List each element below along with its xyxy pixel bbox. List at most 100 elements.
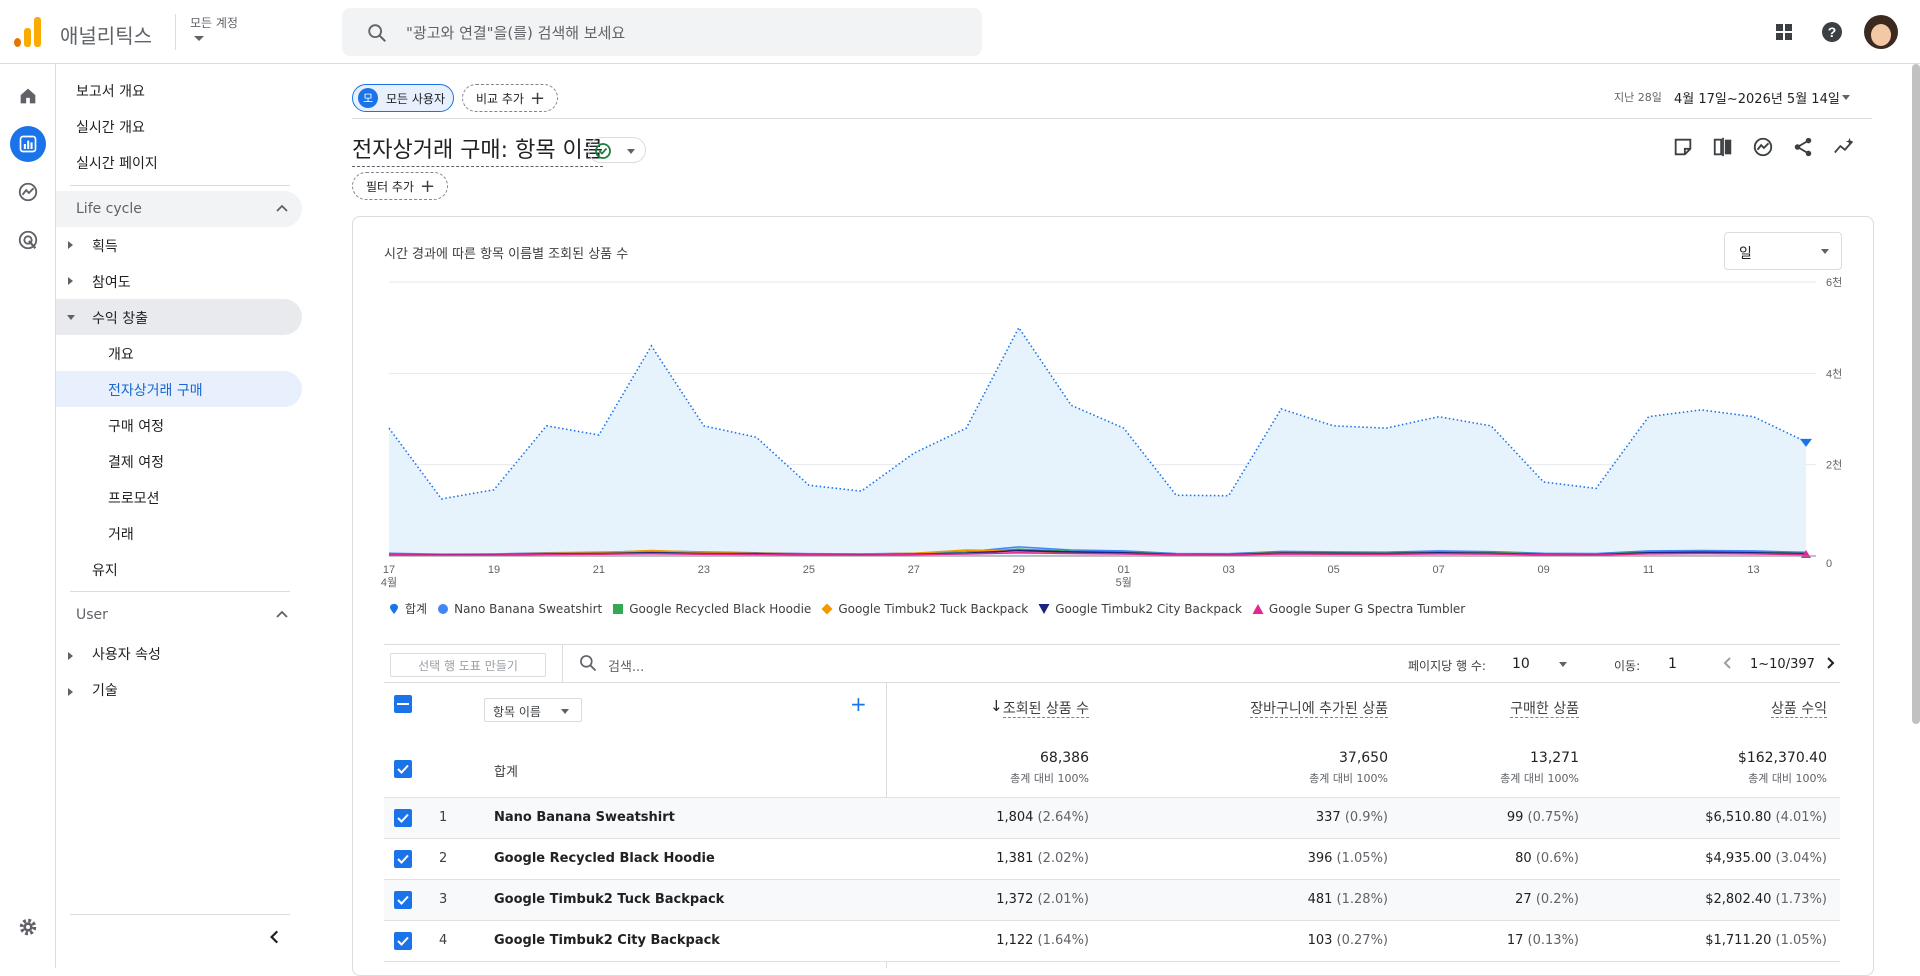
table-search-icon xyxy=(578,653,598,673)
row-item-name[interactable]: Google Timbuk2 Tuck Backpack xyxy=(494,892,724,907)
legend-drop-icon xyxy=(388,603,400,615)
legend-item[interactable]: Google Super G Spectra Tumbler xyxy=(1252,602,1465,616)
row-metric-value: 103 (0.27%) xyxy=(1308,933,1388,948)
table-search-input[interactable]: 검색... xyxy=(608,656,644,675)
divider xyxy=(70,914,290,915)
row-metric-value: $4,935.00 (3.04%) xyxy=(1705,851,1827,866)
legend-square-icon xyxy=(612,603,624,615)
x-tick-label: 07 xyxy=(1433,564,1445,576)
dimension-select[interactable]: 항목 이름 xyxy=(484,698,582,722)
goto-label: 이동: xyxy=(1614,657,1640,674)
row-metric-value: 17 (0.13%) xyxy=(1507,933,1579,948)
select-all-checkbox[interactable] xyxy=(394,695,412,713)
collapse-nav-chevron-left-icon[interactable] xyxy=(266,928,284,946)
row-checkbox[interactable] xyxy=(394,891,412,909)
total-value: 13,271총계 대비 100% xyxy=(1500,750,1579,786)
legend-item[interactable]: Google Recycled Black Hoodie xyxy=(612,602,811,616)
row-checkbox[interactable] xyxy=(394,809,412,827)
x-tick-label: 05 xyxy=(1328,564,1340,576)
col-header-add-to-cart[interactable]: 장바구니에 추가된 상품 xyxy=(1250,698,1388,718)
row-metric-value: 337 (0.9%) xyxy=(1316,810,1388,825)
x-tick-label: 17 xyxy=(383,564,395,576)
dropdown-arrow-icon xyxy=(561,709,569,714)
sort-down-arrow-icon[interactable]: ↓ xyxy=(990,697,1003,715)
x-tick-label: 19 xyxy=(488,564,500,576)
divider xyxy=(562,644,563,682)
expand-arrow-icon[interactable] xyxy=(68,652,73,660)
y-tick-label: 2천 xyxy=(1826,458,1842,472)
col-header-purchased[interactable]: 구매한 상품 xyxy=(1510,698,1579,718)
admin-gear-icon[interactable] xyxy=(10,909,46,945)
x-tick-label: 01 xyxy=(1118,564,1130,576)
legend-item[interactable]: 합계 xyxy=(388,600,427,617)
x-tick-label: 09 xyxy=(1537,564,1549,576)
chart-legend: 합계 Nano Banana Sweatshirt Google Recycled … xyxy=(388,600,1465,617)
dropdown-arrow-icon[interactable] xyxy=(1559,662,1567,667)
legend-label: Google Recycled Black Hoodie xyxy=(629,602,811,616)
row-divider xyxy=(384,961,1840,962)
x-tick-sublabel: 4월 xyxy=(381,576,397,589)
y-tick-label: 6천 xyxy=(1826,275,1842,289)
row-metric-value: 80 (0.6%) xyxy=(1515,851,1579,866)
x-tick-label: 29 xyxy=(1013,564,1025,576)
y-tick-label: 0 xyxy=(1826,558,1832,570)
divider xyxy=(384,644,1840,645)
legend-label: Google Timbuk2 City Backpack xyxy=(1055,602,1242,616)
total-value: $162,370.40총계 대비 100% xyxy=(1738,750,1827,786)
row-checkbox[interactable] xyxy=(394,850,412,868)
row-metric-value: 396 (1.05%) xyxy=(1308,851,1388,866)
col-header-revenue[interactable]: 상품 수익 xyxy=(1771,698,1827,718)
legend-label: Google Super G Spectra Tumbler xyxy=(1269,602,1465,616)
x-tick-label: 11 xyxy=(1643,564,1654,576)
total-row-checkbox[interactable] xyxy=(394,760,412,778)
row-metric-value: 1,372 (2.01%) xyxy=(996,892,1089,907)
col-header-views[interactable]: 조회된 상품 수 xyxy=(1003,698,1089,718)
page-range: 1~10/397 xyxy=(1750,657,1815,672)
row-metric-value: 481 (1.28%) xyxy=(1308,892,1388,907)
row-checkbox[interactable] xyxy=(394,932,412,950)
add-dimension-plus-icon[interactable]: + xyxy=(850,692,867,716)
dimension-label: 항목 이름 xyxy=(493,703,541,720)
prev-page-icon[interactable] xyxy=(1720,655,1736,671)
row-metric-value: 1,122 (1.64%) xyxy=(996,933,1089,948)
x-tick-sublabel: 5월 xyxy=(1116,576,1132,589)
row-metric-value: 1,804 (2.64%) xyxy=(996,810,1089,825)
row-metric-value: $1,711.20 (1.05%) xyxy=(1705,933,1827,948)
x-tick-label: 13 xyxy=(1747,564,1759,576)
expand-arrow-icon[interactable] xyxy=(68,688,73,696)
total-value: 37,650총계 대비 100% xyxy=(1309,750,1388,786)
total-label: 합계 xyxy=(494,761,518,780)
rows-per-page-select[interactable]: 10 xyxy=(1512,656,1530,672)
row-item-name[interactable]: Google Timbuk2 City Backpack xyxy=(494,933,720,948)
goto-page-input[interactable]: 1 xyxy=(1668,656,1677,672)
legend-item[interactable]: Google Timbuk2 Tuck Backpack xyxy=(821,602,1028,616)
x-tick-label: 03 xyxy=(1223,564,1235,576)
next-page-icon[interactable] xyxy=(1822,655,1838,671)
row-item-name[interactable]: Nano Banana Sweatshirt xyxy=(494,810,675,825)
row-item-name[interactable]: Google Recycled Black Hoodie xyxy=(494,851,715,866)
legend-item[interactable]: Nano Banana Sweatshirt xyxy=(437,602,602,616)
legend-label: Nano Banana Sweatshirt xyxy=(454,602,602,616)
page-scrollbar[interactable] xyxy=(1912,64,1920,724)
total-value: 68,386총계 대비 100% xyxy=(1010,750,1089,786)
row-index: 2 xyxy=(439,851,447,866)
plot-rows-button[interactable]: 선택 행 도표 만들기 xyxy=(390,653,546,677)
row-metric-value: $2,802.40 (1.73%) xyxy=(1705,892,1827,907)
row-metric-value: $6,510.80 (4.01%) xyxy=(1705,810,1827,825)
line-chart: 02천4천6천174월192123252729015월030507091113 xyxy=(0,0,1920,620)
y-tick-label: 4천 xyxy=(1826,366,1842,380)
legend-label: 합계 xyxy=(405,600,427,617)
legend-diamond-icon xyxy=(821,603,833,615)
divider xyxy=(384,682,1840,683)
legend-circle-icon xyxy=(437,603,449,615)
legend-label: Google Timbuk2 Tuck Backpack xyxy=(838,602,1028,616)
x-tick-label: 25 xyxy=(803,564,815,576)
x-tick-label: 21 xyxy=(593,564,605,576)
legend-item[interactable]: Google Timbuk2 City Backpack xyxy=(1038,602,1242,616)
x-tick-label: 23 xyxy=(698,564,710,576)
row-index: 4 xyxy=(439,933,447,948)
total-area xyxy=(389,328,1806,556)
nav-tech[interactable]: 기술 xyxy=(92,680,118,700)
nav-user-attributes[interactable]: 사용자 속성 xyxy=(92,644,161,664)
legend-tri-up-icon xyxy=(1252,603,1264,615)
